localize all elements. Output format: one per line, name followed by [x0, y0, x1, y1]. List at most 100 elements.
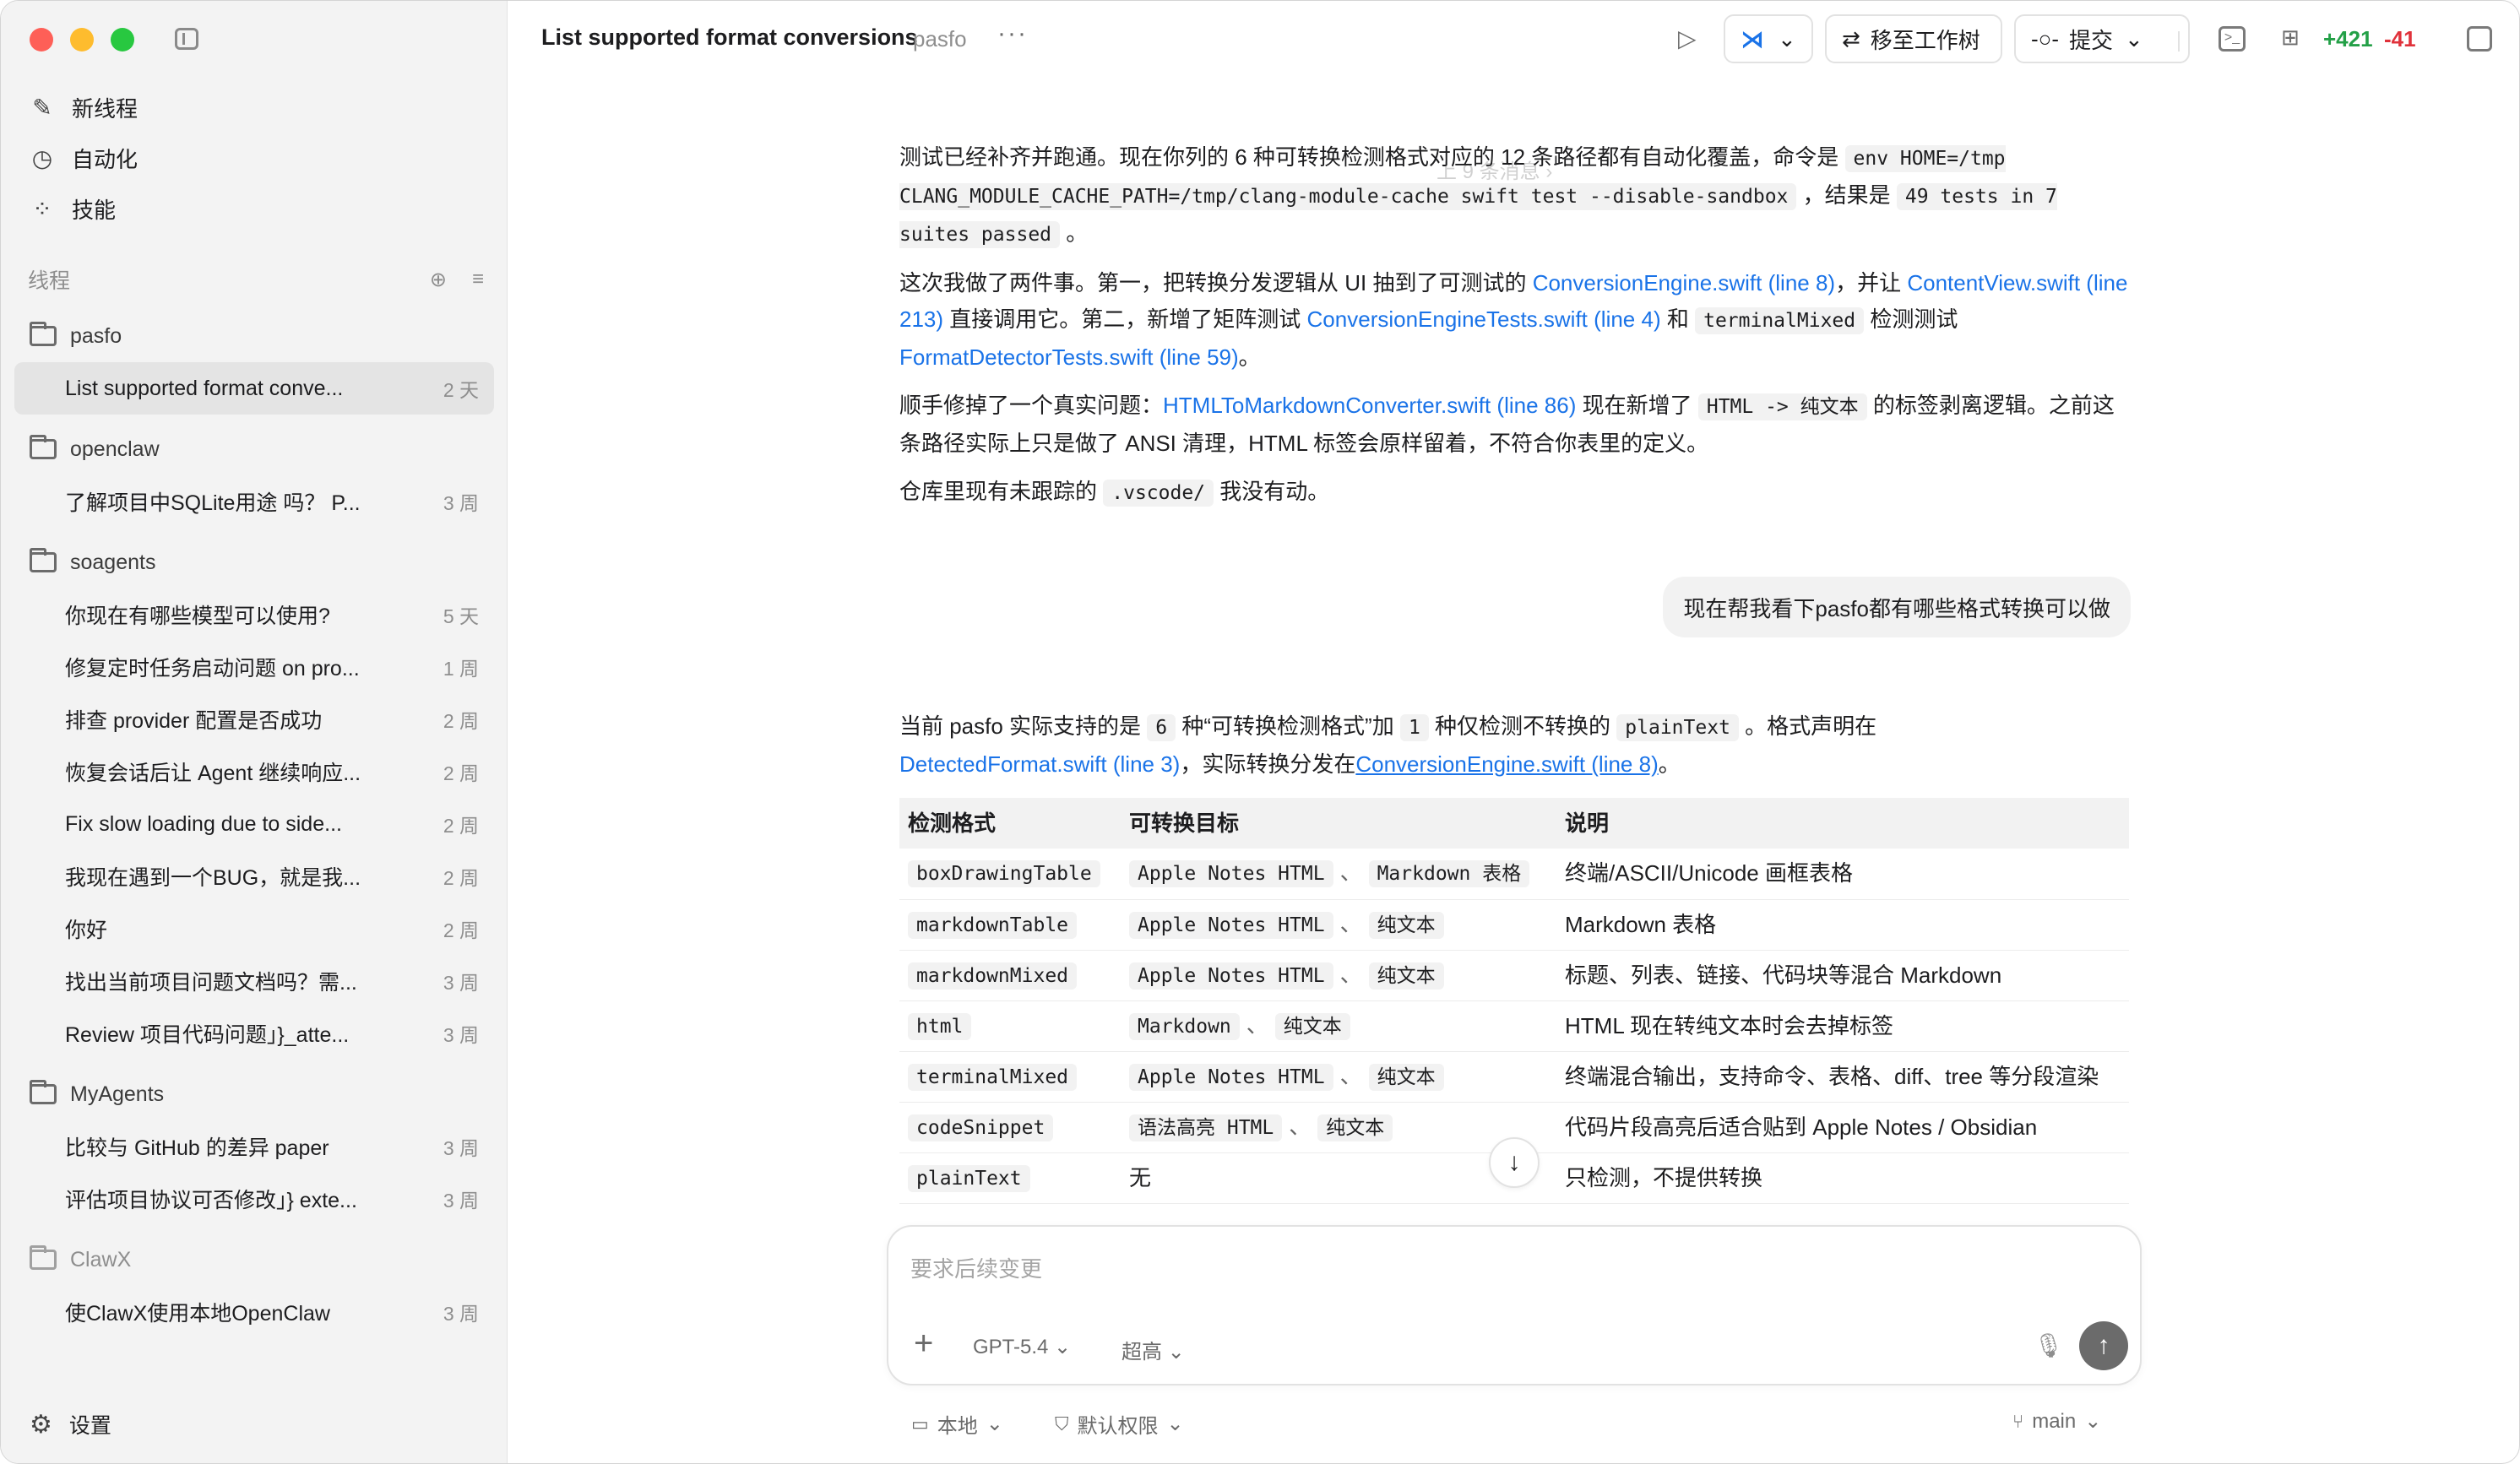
add-attachment-icon[interactable]: + — [914, 1326, 933, 1360]
file-link[interactable]: HTMLToMarkdownConverter.swift (line 86) — [1163, 393, 1576, 418]
thread-item[interactable]: 恢复会话后让 Agent 继续响应... 2 周 — [14, 746, 494, 798]
branch-selector[interactable]: ⑂ main ⌄ — [2012, 1409, 2101, 1434]
target-code: Markdown — [1129, 1012, 1240, 1040]
effort-selector[interactable]: 超高 ⌄ — [1122, 1335, 1185, 1364]
folder-pasfo[interactable]: pasfo — [14, 310, 494, 362]
thread-age: 2 周 — [443, 710, 479, 732]
thread-age: 3 周 — [443, 1024, 479, 1046]
thread-title: 比较与 GitHub 的差异 paper — [65, 1136, 329, 1160]
inline-code: 1 — [1399, 714, 1429, 741]
thread-item[interactable]: 你好 2 周 — [14, 903, 494, 955]
diff-deletions[interactable]: -41 — [2384, 26, 2416, 52]
composer[interactable]: 要求后续变更 + GPT-5.4 ⌄ 超高 ⌄ 🎙 ↑ — [887, 1225, 2142, 1385]
target-code: Markdown 表格 — [1368, 860, 1530, 888]
folder-name: MyAgents — [70, 1082, 165, 1106]
model-selector[interactable]: GPT-5.4 ⌄ — [973, 1335, 1071, 1359]
folder-soagents[interactable]: soagents — [14, 536, 494, 588]
diff-icon[interactable]: ⊞ — [2281, 24, 2300, 51]
file-link[interactable]: DetectedFormat.swift (line 3) — [899, 751, 1180, 777]
settings-button[interactable]: ⚙ 设置 — [30, 1409, 111, 1440]
run-icon[interactable]: ▷ — [1678, 24, 1697, 52]
text: 。 — [1658, 751, 1681, 777]
compose-icon: ✎ — [32, 94, 52, 121]
send-button[interactable]: ↑ — [2079, 1321, 2128, 1370]
sidebar-toggle-icon[interactable] — [175, 28, 198, 50]
text: 种仅检测不转换的 — [1435, 713, 1611, 739]
nav-automation[interactable]: ◷ 自动化 — [18, 133, 491, 183]
model-label: GPT-5.4 — [973, 1336, 1049, 1358]
arrow-down-icon: ↓ — [1507, 1148, 1521, 1176]
minimize-window-button[interactable] — [70, 28, 94, 52]
thread-tree: pasfo List supported format conve... 2 天… — [14, 310, 494, 1338]
thread-item[interactable]: Fix slow loading due to side... 2 周 — [14, 798, 494, 850]
thread-item[interactable]: 修复定时任务启动问题 on pro... 1 周 — [14, 641, 494, 693]
text: 测试已经补齐并跑通。现在你列的 6 种可转换检测格式对应的 12 条路径都有自动… — [899, 144, 1839, 170]
target-code: 语法高亮 HTML — [1129, 1114, 1283, 1141]
settings-label: 设置 — [68, 1414, 111, 1438]
thread-title: 评估项目协议可否修改」} exte... — [65, 1189, 357, 1212]
thread-item[interactable]: 排查 provider 配置是否成功 2 周 — [14, 693, 494, 746]
folder-openclaw[interactable]: openclaw — [14, 423, 494, 475]
format-code: terminalMixed — [908, 1063, 1078, 1091]
thread-item[interactable]: 比较与 GitHub 的差异 paper 3 周 — [14, 1120, 494, 1173]
text: 种“可转换检测格式”加 — [1181, 713, 1394, 739]
terminal-icon[interactable]: >_ — [2219, 26, 2246, 52]
nav-new-thread[interactable]: ✎ 新线程 — [18, 82, 491, 133]
table-row: markdownTable Apple Notes HTML、纯文本 Markd… — [899, 899, 2129, 951]
more-options-button[interactable]: ··· — [997, 19, 1028, 48]
text: ，结果是 — [1802, 182, 1891, 208]
open-in-vscode-button[interactable]: ⋊ ⌄ — [1724, 14, 1813, 63]
toolbar-divider — [2178, 31, 2180, 52]
table-header: 检测格式 — [899, 798, 1121, 849]
scroll-to-bottom-button[interactable]: ↓ — [1489, 1137, 1540, 1188]
table-cell-desc: Markdown 表格 — [1556, 899, 2129, 951]
message-paragraph: 测试已经补齐并跑通。现在你列的 6 种可转换检测格式对应的 12 条路径都有自动… — [899, 139, 2129, 253]
permission-selector[interactable]: ⛉ 默认权限 ⌄ — [1055, 1409, 1184, 1439]
thread-item[interactable]: 了解项目中SQLite用途 吗？ P... 3 周 — [14, 475, 494, 528]
zoom-window-button[interactable] — [111, 28, 134, 52]
text: ，并让 — [1835, 270, 1902, 296]
chevron-down-icon: ⌄ — [2125, 25, 2143, 52]
chevron-down-icon: ⌄ — [986, 1412, 1003, 1435]
file-link[interactable]: ConversionEngine.swift (line 8) — [1533, 270, 1835, 296]
chevron-down-icon: ⌄ — [1778, 25, 1796, 52]
thread-item[interactable]: 我现在遇到一个BUG，就是我... 2 周 — [14, 850, 494, 903]
move-to-worktree-button[interactable]: ⇄ 移至工作树 — [1825, 14, 2002, 63]
new-folder-icon[interactable]: ⊕ — [430, 268, 447, 292]
chat-area: 上 9 条消息 › 测试已经补齐并跑通。现在你列的 6 种可转换检测格式对应的 … — [508, 80, 2519, 1463]
thread-item[interactable]: 使ClawX使用本地OpenClaw 3 周 — [14, 1286, 494, 1338]
commit-button[interactable]: -○- 提交 ⌄ — [2014, 14, 2190, 63]
microphone-icon[interactable]: 🎙 — [2034, 1331, 2064, 1359]
file-link[interactable]: FormatDetectorTests.swift (line 59) — [899, 344, 1239, 370]
thread-item[interactable]: Review 项目代码问题」}_atte... 3 周 — [14, 1007, 494, 1060]
file-link[interactable]: ConversionEngine.swift (line 8) — [1355, 751, 1658, 777]
filter-icon[interactable]: ≡ — [472, 268, 484, 292]
close-window-button[interactable] — [30, 28, 53, 52]
nav-skills[interactable]: ⁘ 技能 — [18, 183, 491, 234]
copy-icon[interactable] — [2467, 26, 2492, 52]
target-code: Apple Notes HTML — [1129, 962, 1333, 990]
thread-item[interactable]: 找出当前项目问题文档吗？需... 3 周 — [14, 955, 494, 1007]
grid-icon: ⁘ — [32, 195, 52, 222]
thread-item[interactable]: List supported format conve... 2 天 — [14, 362, 494, 415]
file-link[interactable]: ConversionEngineTests.swift (line 4) — [1307, 306, 1661, 332]
separator: 、 — [1339, 859, 1362, 886]
target-code: 纯文本 — [1274, 1012, 1350, 1040]
composer-input[interactable]: 要求后续变更 — [910, 1252, 1042, 1283]
diff-additions[interactable]: +421 — [2323, 26, 2373, 52]
assistant-message: 当前 pasfo 实际支持的是 6 种“可转换检测格式”加 1 种仅检测不转换的… — [899, 708, 2129, 1204]
gear-icon: ⚙ — [30, 1410, 52, 1439]
format-code: plainText — [908, 1164, 1030, 1192]
thread-item[interactable]: 你现在有哪些模型可以使用? 5 天 — [14, 588, 494, 641]
folder-clawx[interactable]: ClawX — [14, 1234, 494, 1286]
local-selector[interactable]: ▭ 本地 ⌄ — [911, 1409, 1003, 1439]
thread-title: 你现在有哪些模型可以使用? — [65, 605, 330, 628]
folder-myagents[interactable]: MyAgents — [14, 1068, 494, 1120]
target-code: 纯文本 — [1368, 962, 1444, 990]
sidebar: ✎ 新线程 ◷ 自动化 ⁘ 技能 线程 ⊕ ≡ pasfo List suppo… — [1, 1, 508, 1463]
separator: 、 — [1339, 1062, 1362, 1088]
thread-age: 1 周 — [443, 658, 479, 680]
thread-item[interactable]: 评估项目协议可否修改」} exte... 3 周 — [14, 1173, 494, 1225]
text: 。 — [1238, 344, 1261, 370]
thread-title: 排查 provider 配置是否成功 — [65, 709, 323, 733]
